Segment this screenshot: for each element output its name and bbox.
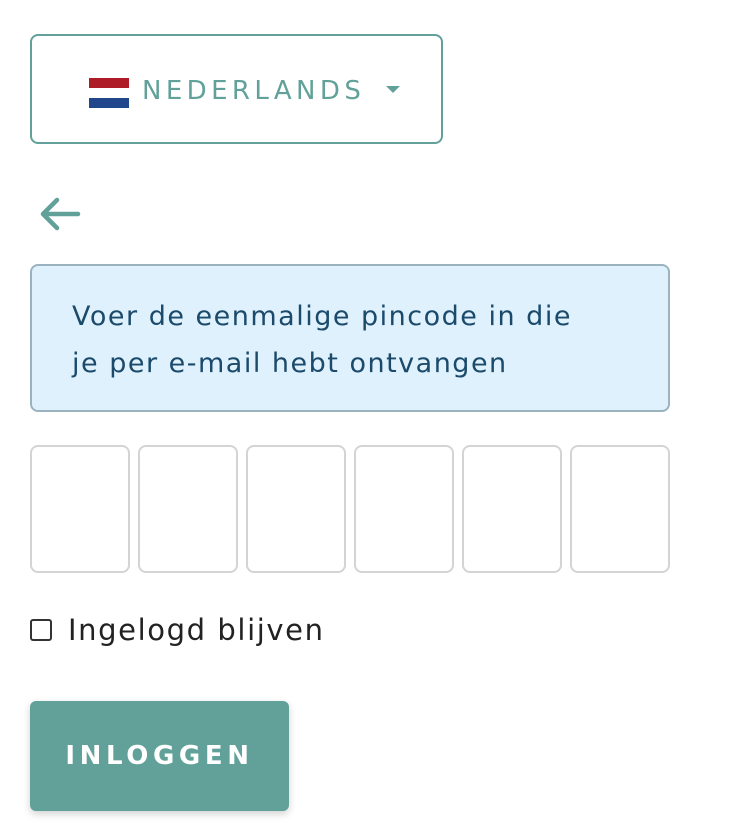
pin-digit-5-input[interactable] — [462, 445, 562, 573]
language-dropdown[interactable]: NEDERLANDS — [30, 34, 443, 144]
remember-me: Ingelogd blijven — [30, 610, 325, 650]
arrow-left-icon — [40, 197, 81, 231]
language-label: NEDERLANDS — [142, 76, 366, 106]
pin-digit-3-input[interactable] — [246, 445, 346, 573]
remember-me-checkbox[interactable] — [30, 619, 52, 641]
pin-digit-6-input[interactable] — [570, 445, 670, 573]
pin-digit-4-input[interactable] — [354, 445, 454, 573]
info-message: Voer de eenmalige pincode in die je per … — [30, 264, 670, 412]
pin-code-inputs — [30, 445, 670, 573]
flag-netherlands-icon — [89, 78, 129, 108]
info-message-line: Voer de eenmalige pincode in die — [72, 301, 572, 332]
caret-down-icon — [386, 86, 400, 93]
login-page: NEDERLANDS Voer de eenmalige pincode in … — [0, 0, 746, 834]
pin-digit-1-input[interactable] — [30, 445, 130, 573]
remember-me-label: Ingelogd blijven — [68, 613, 325, 647]
pin-digit-2-input[interactable] — [138, 445, 238, 573]
back-button[interactable] — [36, 192, 84, 236]
login-button[interactable]: INLOGGEN — [30, 701, 289, 811]
info-message-line: je per e-mail hebt ontvangen — [72, 348, 508, 379]
